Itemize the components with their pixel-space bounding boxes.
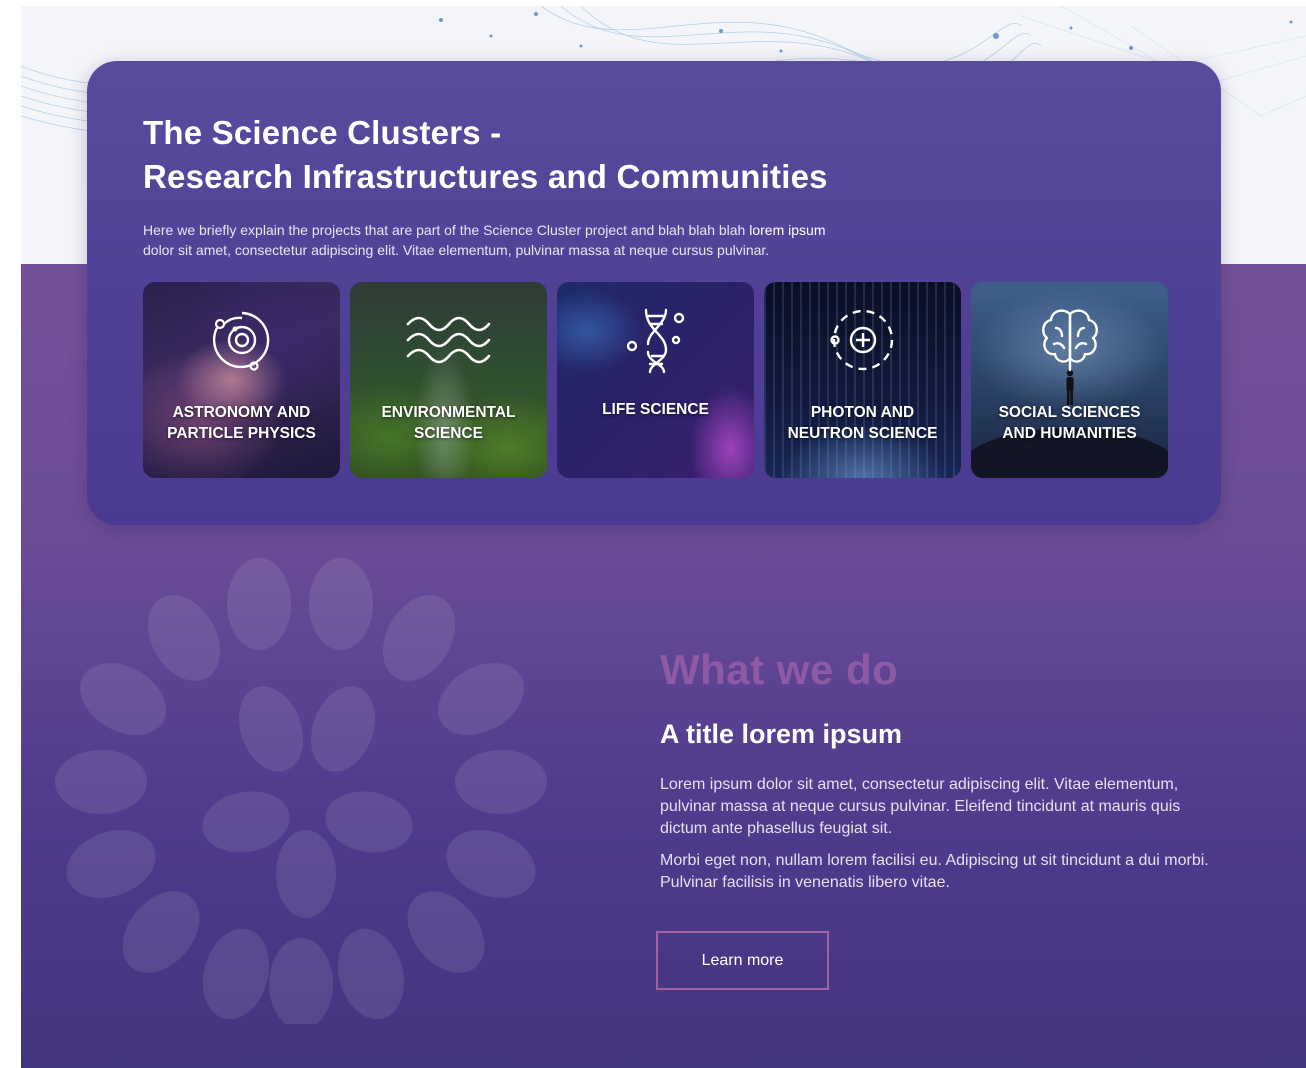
tile-label-line-1: Photon and — [810, 404, 915, 421]
tile-label-line-2: Science — [414, 425, 483, 442]
page: The Science Clusters - Research Infrastr… — [21, 6, 1306, 1068]
title-line-2: Research Infrastructures and Communities — [143, 158, 828, 195]
tile-label-line-2: Particle Physics — [167, 425, 316, 442]
page-title: The Science Clusters - Research Infrastr… — [143, 111, 1043, 199]
description-emphasis: lorem ipsum — [749, 222, 826, 238]
hero-description: Here we briefly explain the projects tha… — [143, 220, 973, 260]
brain-icon — [1041, 309, 1098, 372]
waves-icon — [406, 316, 490, 364]
tile-label: Astronomy and Particle Physics — [149, 402, 334, 444]
orbit-icon — [212, 311, 269, 371]
tile-label-line-1: Environmental — [381, 404, 516, 421]
flower-pattern-graphic — [55, 558, 547, 1024]
tile-label: Environmental Science — [356, 402, 541, 444]
title-line-1: The Science Clusters - — [143, 114, 502, 151]
description-rest: dolor sit amet, consectetur adipiscing e… — [143, 242, 770, 258]
tile-label-line-1: Astronomy and — [172, 404, 311, 421]
dna-icon — [626, 308, 684, 374]
tile-label: Photon and Neutron Science — [770, 402, 955, 444]
cluster-tile-photon-neutron[interactable]: Photon and Neutron Science — [764, 282, 961, 478]
section-paragraph-2: Morbi eget non, nullam lorem facilisi eu… — [660, 852, 1209, 891]
science-clusters-card: The Science Clusters - Research Infrastr… — [87, 61, 1221, 525]
section-paragraph-1: Lorem ipsum dolor sit amet, consectetur … — [660, 776, 1181, 837]
cluster-tiles: Astronomy and Particle Physics Environme… — [143, 282, 1173, 478]
description-text: Here we briefly explain the projects tha… — [143, 222, 750, 238]
cluster-tile-environmental[interactable]: Environmental Science — [350, 282, 547, 478]
tile-label: Social Sciences and Humanities — [977, 402, 1162, 444]
cluster-tile-social-sciences[interactable]: Social Sciences and Humanities — [971, 282, 1168, 478]
tile-label-line-2: and Humanities — [1002, 425, 1137, 442]
tile-label-line-1: Social Sciences — [998, 404, 1141, 421]
tile-label: Life Science — [563, 399, 748, 420]
atom-circle-icon — [829, 309, 893, 371]
tile-label-line-2: Neutron Science — [787, 425, 938, 442]
section-kicker: What we do — [660, 646, 899, 693]
cluster-tile-astronomy[interactable]: Astronomy and Particle Physics — [143, 282, 340, 478]
section-title: A title lorem ipsum — [660, 719, 903, 749]
learn-more-button[interactable]: Learn more — [656, 931, 829, 990]
cluster-tile-life-science[interactable]: Life Science — [557, 282, 754, 478]
tile-label-line-1: Life Science — [602, 401, 709, 418]
